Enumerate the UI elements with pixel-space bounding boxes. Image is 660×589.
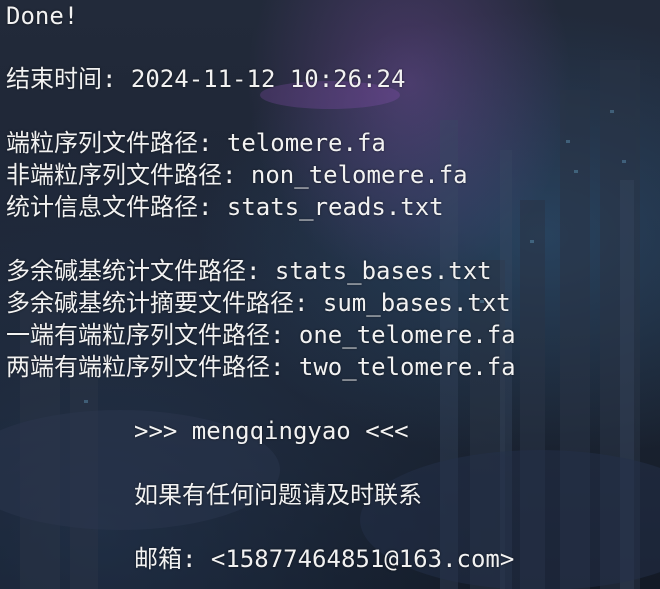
author-banner-line: >>> mengqingyao <<< (134, 417, 409, 445)
email-line: 邮箱: <15877464851@163.com> (134, 545, 515, 573)
telomere-path-line: 端粒序列文件路径: telomere.fa (6, 129, 386, 157)
contact-prompt-line: 如果有任何问题请及时联系 (134, 481, 422, 509)
status-done-line: Done! (6, 2, 79, 30)
sum-bases-path-line: 多余碱基统计摘要文件路径: sum_bases.txt (6, 289, 511, 317)
terminal-window[interactable]: Done! 结束时间: 2024-11-12 10:26:24 端粒序列文件路径… (0, 0, 660, 589)
two-telomere-path-line: 两端有端粒序列文件路径: two_telomere.fa (6, 353, 516, 381)
end-time-line: 结束时间: 2024-11-12 10:26:24 (6, 65, 406, 93)
non-telomere-path-line: 非端粒序列文件路径: non_telomere.fa (6, 161, 468, 189)
one-telomere-path-line: 一端有端粒序列文件路径: one_telomere.fa (6, 321, 516, 349)
stats-reads-path-line: 统计信息文件路径: stats_reads.txt (6, 193, 444, 221)
stats-bases-path-line: 多余碱基统计文件路径: stats_bases.txt (6, 257, 492, 285)
